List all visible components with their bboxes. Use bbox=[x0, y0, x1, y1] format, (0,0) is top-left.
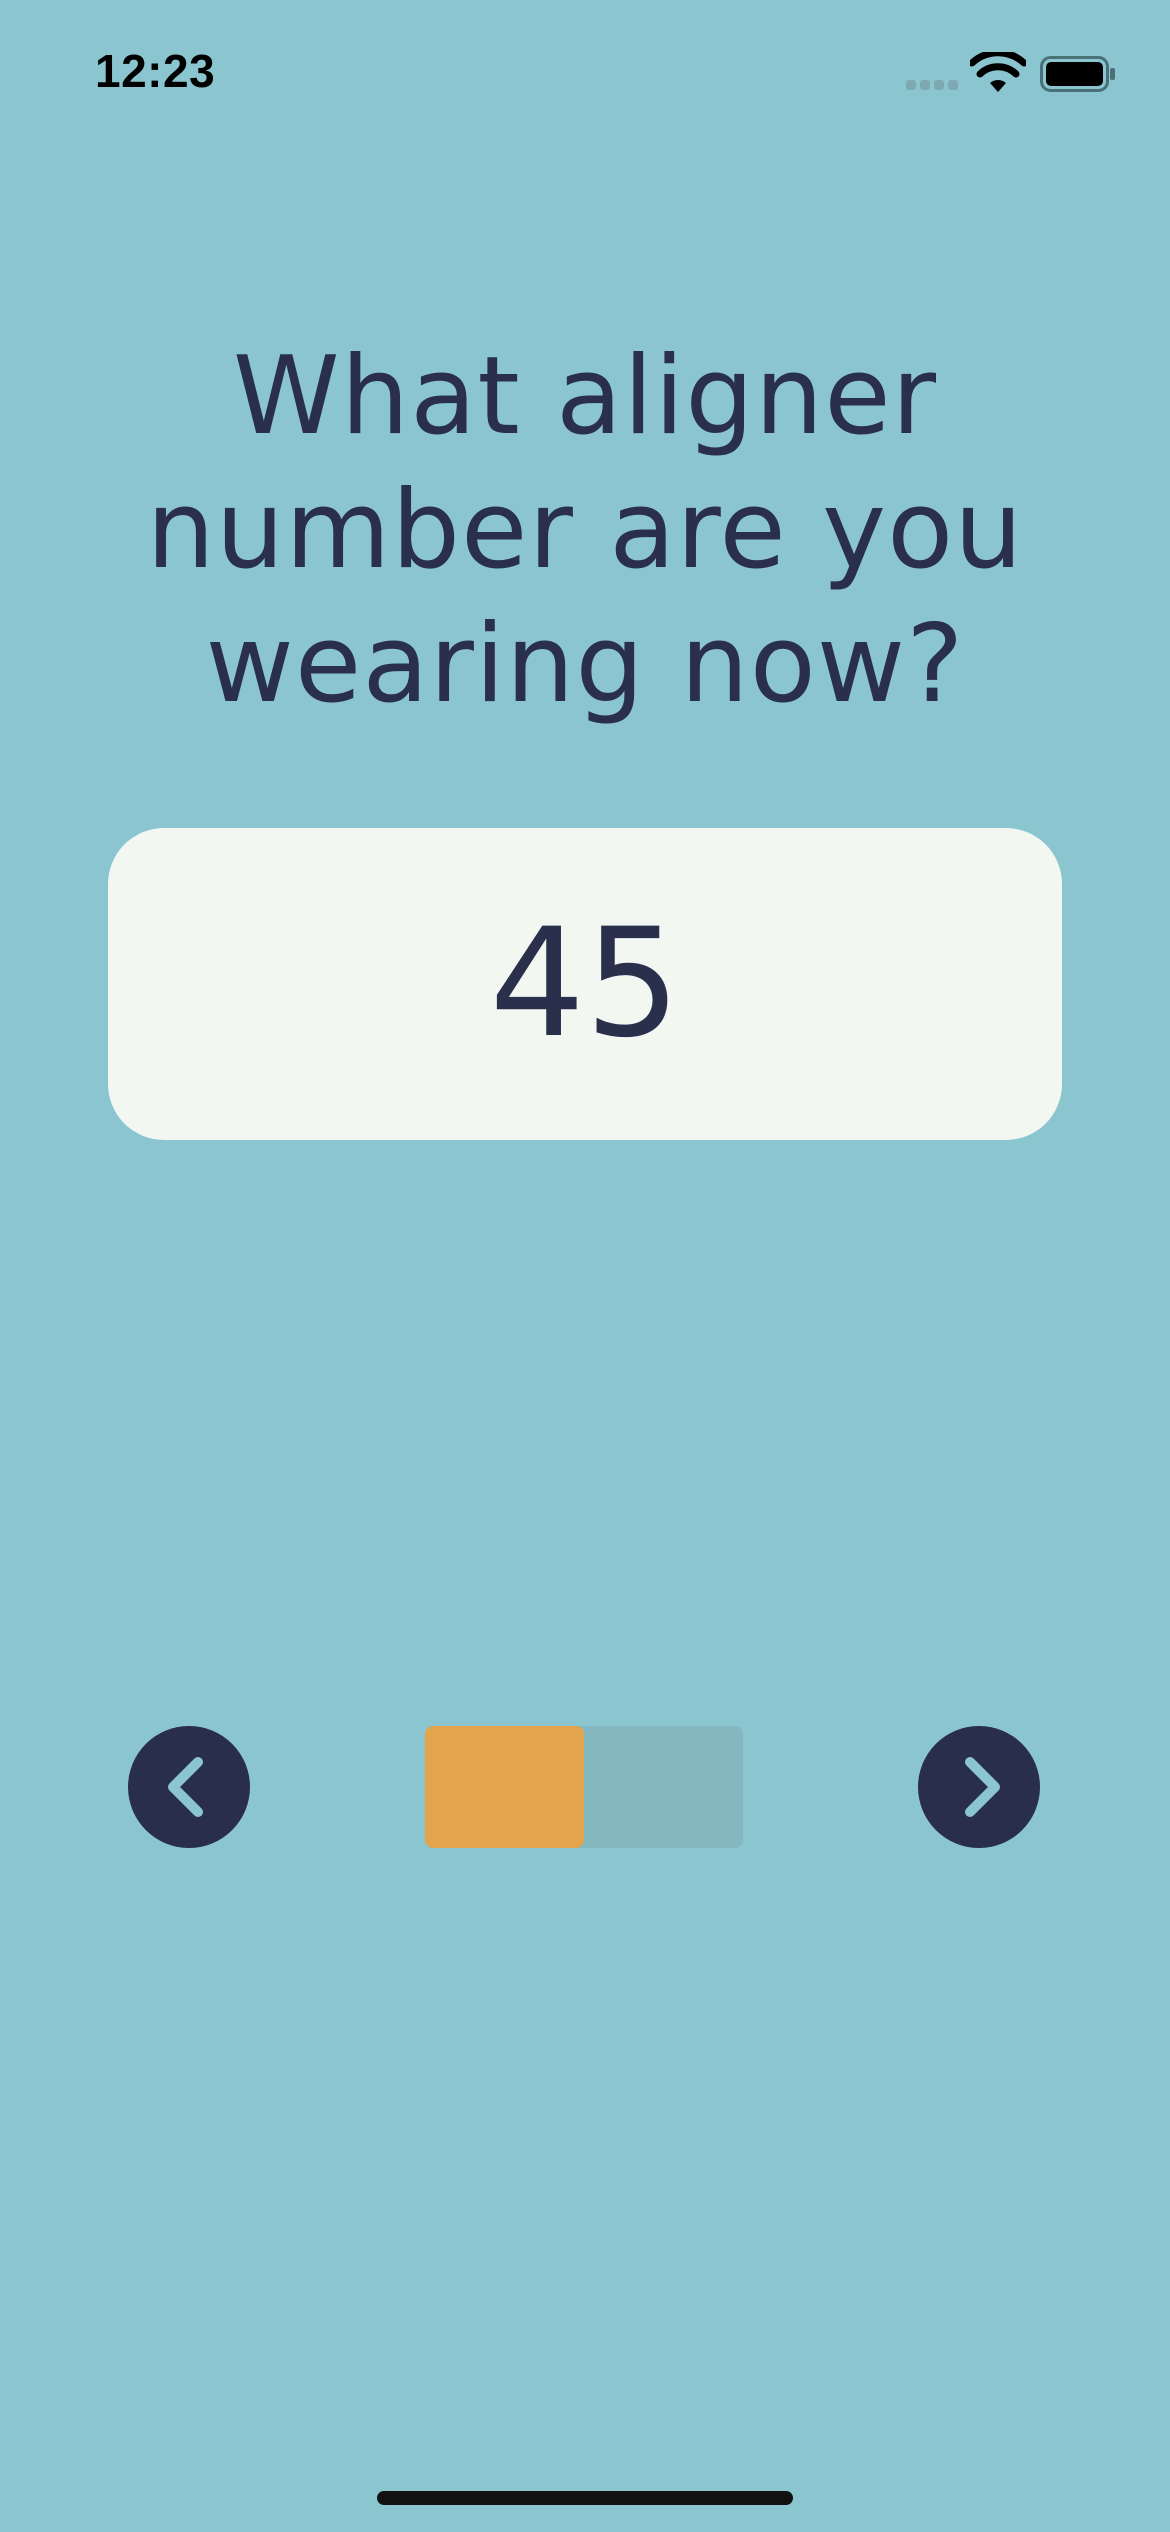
home-indicator[interactable] bbox=[377, 2491, 793, 2505]
aligner-number-card bbox=[108, 828, 1062, 1140]
status-bar: 12:23 bbox=[0, 0, 1170, 150]
aligner-number-input[interactable] bbox=[108, 828, 1062, 1140]
progress-bar bbox=[425, 1726, 743, 1848]
next-button[interactable] bbox=[918, 1726, 1040, 1848]
cellular-signal-icon bbox=[906, 80, 958, 90]
chevron-right-icon bbox=[965, 1757, 1000, 1817]
chevron-left-icon bbox=[168, 1757, 203, 1817]
progress-fill bbox=[425, 1726, 584, 1848]
question-title: What aligner number are you wearing now? bbox=[146, 334, 1024, 727]
wifi-icon bbox=[970, 52, 1026, 92]
status-time: 12:23 bbox=[95, 45, 216, 97]
battery-icon bbox=[1040, 56, 1115, 92]
previous-button[interactable] bbox=[128, 1726, 250, 1848]
